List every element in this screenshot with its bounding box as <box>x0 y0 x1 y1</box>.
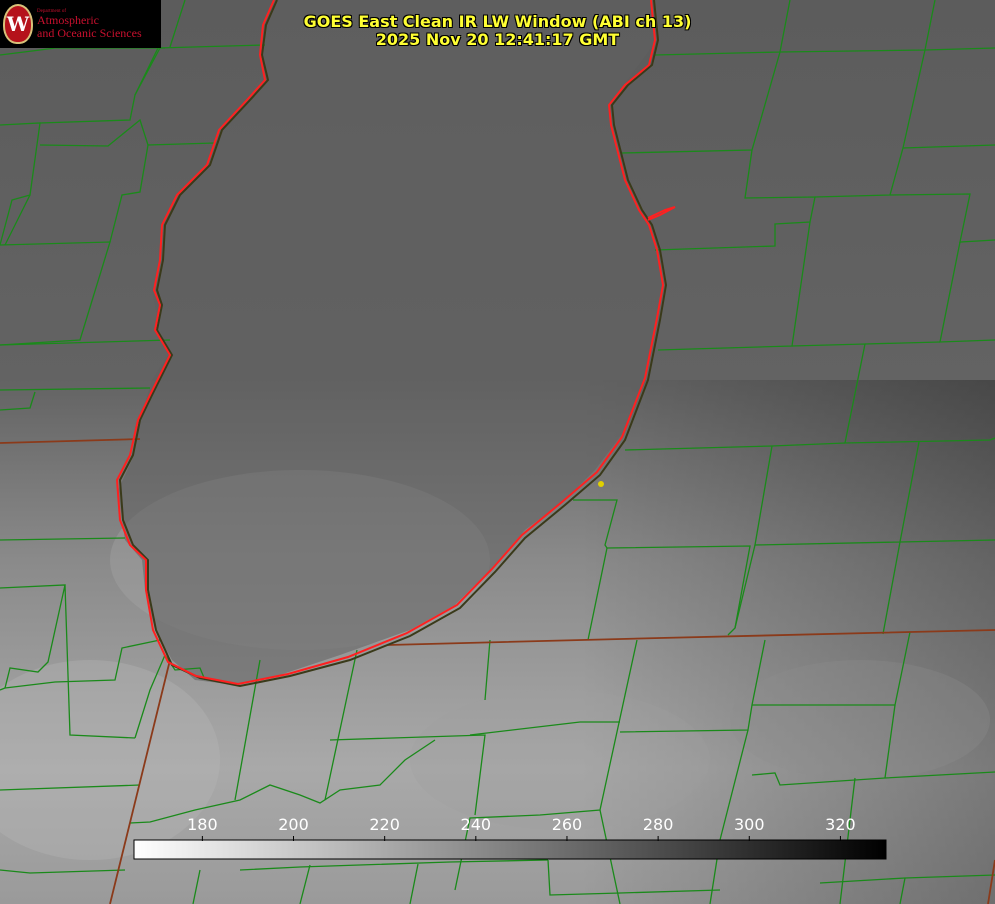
colorbar-tick-label: 200 <box>278 815 309 834</box>
colorbar-tick-label: 300 <box>733 815 765 834</box>
colorbar-tick-label: 320 <box>825 815 856 834</box>
location-marker <box>598 481 604 487</box>
image-title: GOES East Clean IR LW Window (ABI ch 13) <box>303 12 692 31</box>
cloud-patch <box>410 690 710 830</box>
colorbar-tick-label: 260 <box>551 815 583 834</box>
image-timestamp: 2025 Nov 20 12:41:17 GMT <box>375 30 620 49</box>
colorbar-tick-label: 240 <box>460 815 492 834</box>
cloud-patch <box>730 660 990 780</box>
colorbar-tick-label: 280 <box>642 815 674 834</box>
satellite-map <box>0 0 995 904</box>
colorbar-tick-label: 220 <box>369 815 400 834</box>
colorbar-gradient <box>133 839 887 860</box>
colorbar-tick-label: 180 <box>187 815 218 834</box>
